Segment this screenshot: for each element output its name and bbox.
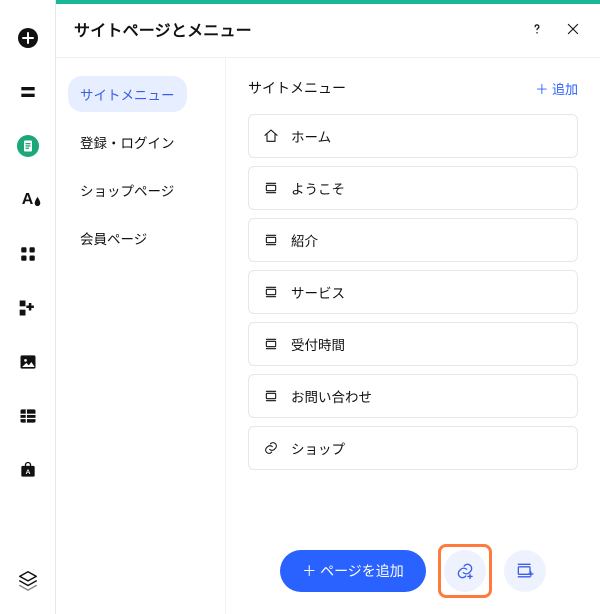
category-signup-login[interactable]: 登録・ログイン	[68, 124, 187, 160]
category-member-pages[interactable]: 会員ページ	[68, 220, 159, 256]
section-icon	[263, 180, 279, 196]
add-link-button[interactable]	[444, 550, 486, 592]
section-icon[interactable]	[16, 80, 40, 104]
section-icon	[263, 336, 279, 352]
page-label: 紹介	[291, 230, 318, 250]
store-icon[interactable]: A	[16, 458, 40, 482]
svg-text:A: A	[25, 469, 30, 476]
panel-title: サイトページとメニュー	[74, 17, 252, 41]
apps-grid-icon[interactable]	[16, 242, 40, 266]
theme-icon[interactable]: A	[16, 188, 40, 212]
page-label: ショップ	[291, 438, 345, 458]
pages-panel: サイトページとメニュー サイトメニュー 登録・ログイン ショップページ 会員ペー…	[55, 0, 600, 614]
category-list: サイトメニュー 登録・ログイン ショップページ 会員ページ	[56, 58, 226, 614]
page-label: お問い合わせ	[291, 386, 372, 406]
add-link-highlight	[438, 544, 492, 598]
section-title: サイトメニュー	[248, 78, 346, 98]
layers-icon[interactable]	[16, 568, 40, 592]
page-label: ようこそ	[291, 178, 345, 198]
page-label: サービス	[291, 282, 345, 302]
category-site-menu[interactable]: サイトメニュー	[68, 76, 187, 112]
add-icon[interactable]	[16, 26, 40, 50]
category-shop-pages[interactable]: ショップページ	[68, 172, 186, 208]
page-row-about[interactable]: 紹介	[248, 218, 578, 262]
media-icon[interactable]	[16, 350, 40, 374]
page-row-hours[interactable]: 受付時間	[248, 322, 578, 366]
page-row-contact[interactable]: お問い合わせ	[248, 374, 578, 418]
home-icon	[263, 128, 279, 144]
panel-header: サイトページとメニュー	[56, 0, 600, 58]
add-menu-item-link[interactable]: ＋ 追加	[535, 79, 578, 98]
page-list: ホーム ようこそ 紹介 サービス	[248, 114, 578, 470]
add-section-button[interactable]	[504, 550, 546, 592]
data-icon[interactable]	[16, 404, 40, 428]
page-label: ホーム	[291, 126, 331, 146]
pages-icon[interactable]	[16, 134, 40, 158]
page-label: 受付時間	[291, 334, 345, 354]
close-icon[interactable]	[564, 20, 582, 38]
page-row-shop[interactable]: ショップ	[248, 426, 578, 470]
panel-footer: ＋ ページを追加	[248, 530, 578, 614]
add-page-button[interactable]: ＋ ページを追加	[280, 550, 426, 592]
help-icon[interactable]	[528, 20, 546, 38]
section-icon	[263, 232, 279, 248]
content-area: サイトメニュー ＋ 追加 ホーム ようこそ 紹介	[226, 58, 600, 614]
page-row-welcome[interactable]: ようこそ	[248, 166, 578, 210]
link-icon	[263, 440, 279, 456]
plugins-icon[interactable]	[16, 296, 40, 320]
tool-rail: A A	[0, 0, 55, 614]
section-icon	[263, 284, 279, 300]
section-icon	[263, 388, 279, 404]
page-row-home[interactable]: ホーム	[248, 114, 578, 158]
page-row-services[interactable]: サービス	[248, 270, 578, 314]
